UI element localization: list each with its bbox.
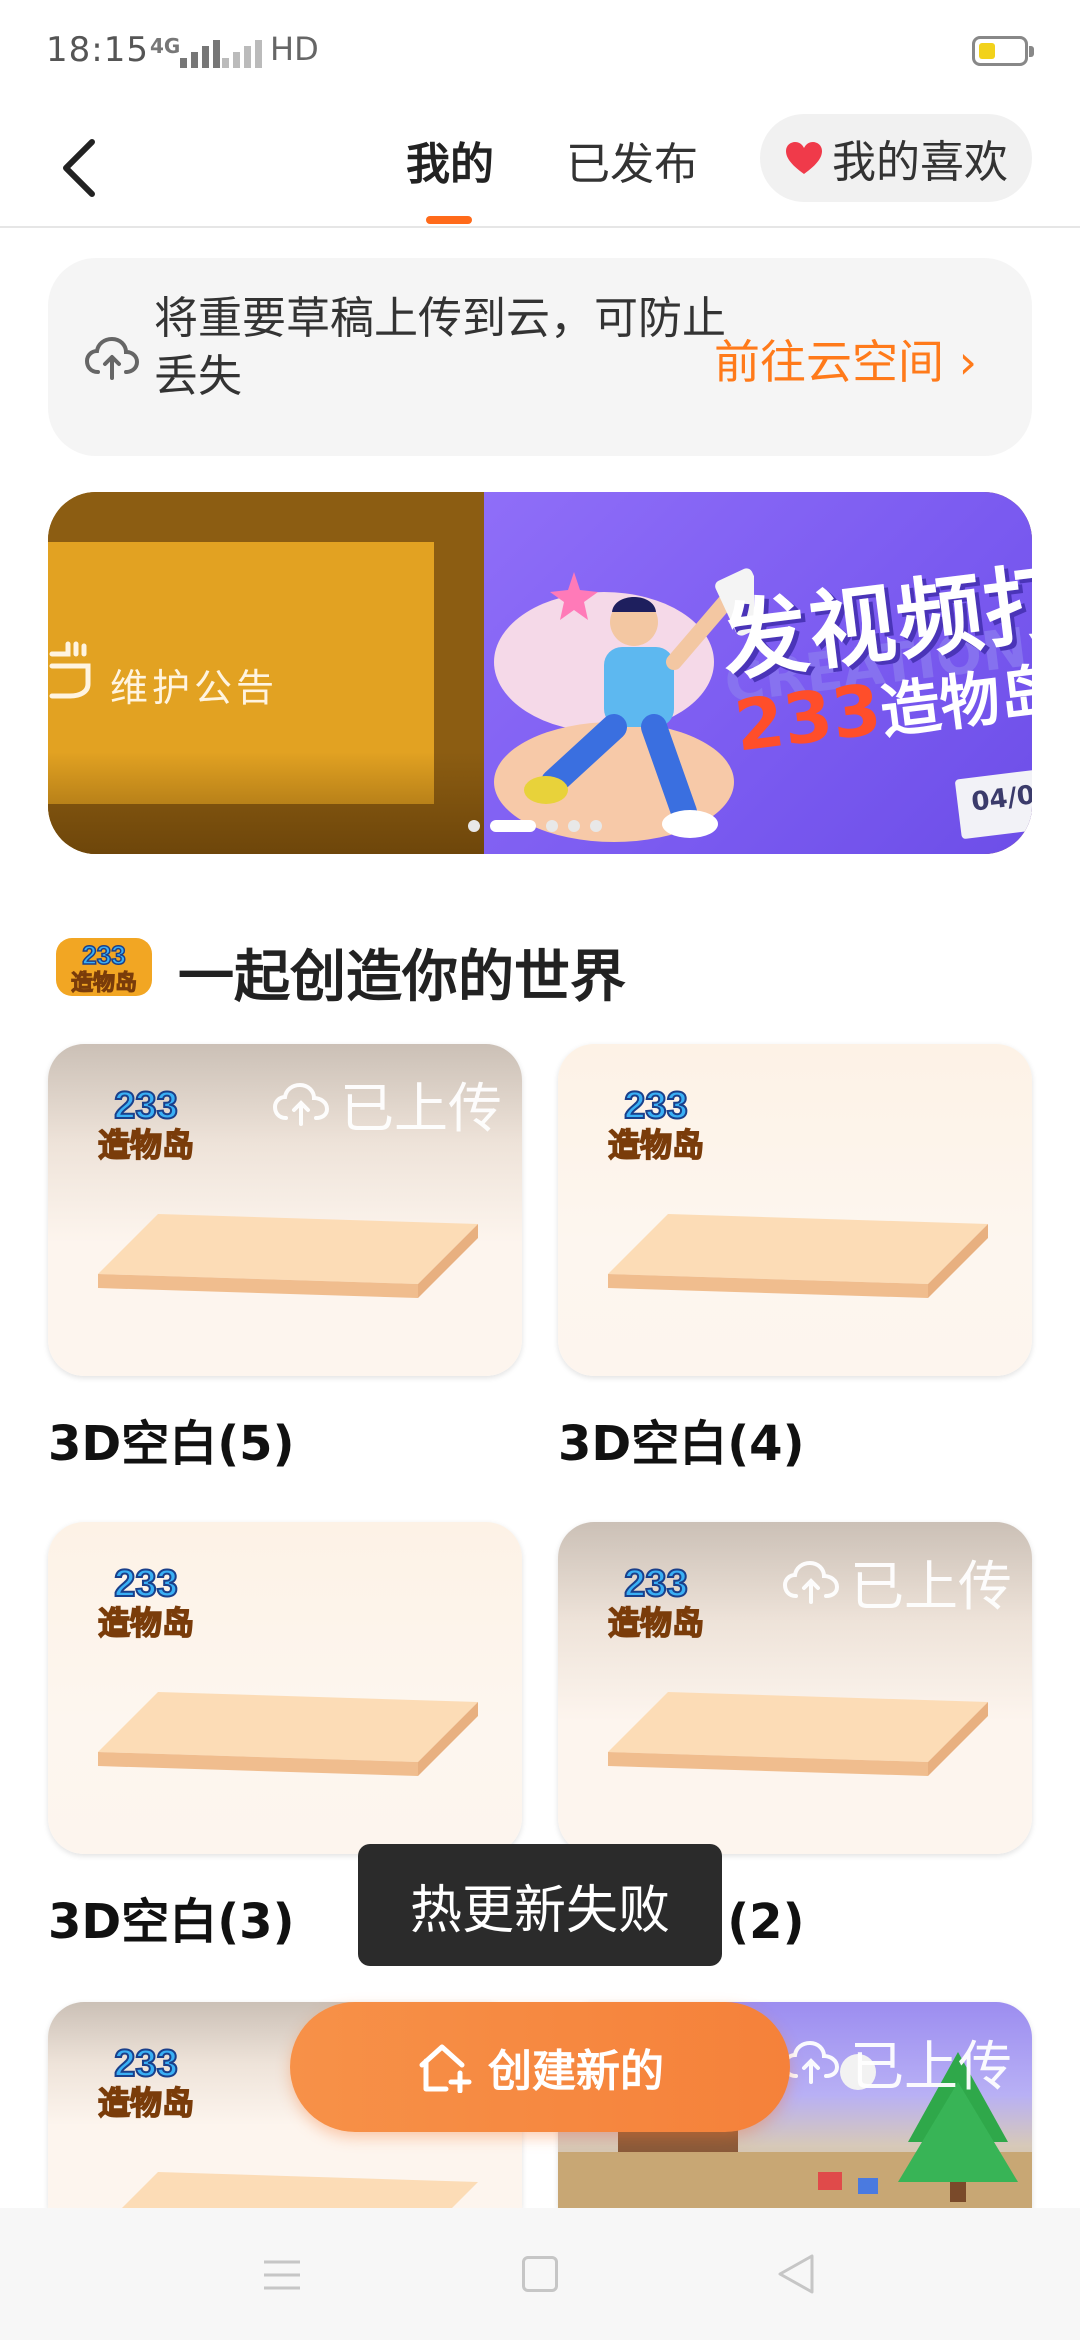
banner-sub-number: 233 xyxy=(730,668,886,768)
svg-text:造物岛: 造物岛 xyxy=(98,1604,194,1642)
zaowudao-logo: 233 造物岛 xyxy=(56,938,152,997)
heart-icon xyxy=(786,142,822,174)
project-title[interactable]: 3D空白(4) xyxy=(558,1404,805,1474)
svg-text:造物岛: 造物岛 xyxy=(608,1604,704,1642)
toast-message: 热更新失败 xyxy=(358,1844,722,1966)
tab-mine[interactable]: 我的 xyxy=(406,128,494,192)
svg-text:造物岛: 造物岛 xyxy=(71,970,137,996)
card-logo: 233 造物岛 xyxy=(97,1084,195,1165)
blank-platform-image xyxy=(98,1692,478,1776)
carousel-dot xyxy=(590,820,602,832)
menu-icon[interactable] xyxy=(262,2258,302,2292)
section-title: 一起创造你的世界 xyxy=(178,945,626,1010)
svg-text:233: 233 xyxy=(114,1563,177,1605)
signal-icon xyxy=(180,36,220,68)
svg-text:造物岛: 造物岛 xyxy=(98,2084,194,2122)
project-card[interactable]: 233 造物岛 已上传 xyxy=(558,1522,1032,1854)
home-add-icon xyxy=(419,2044,472,2093)
status-time: 18:15 xyxy=(46,30,149,70)
card-logo: 233 造物岛 xyxy=(97,1562,195,1643)
create-new-button[interactable]: 创建新的 xyxy=(290,2002,790,2132)
cloud-notice-card: 将重要草稿上传到云，可防止丢失 前往云空间 › xyxy=(48,258,1032,456)
svg-text:233: 233 xyxy=(624,1563,687,1605)
system-nav-bar xyxy=(0,2208,1080,2340)
my-favorites-button[interactable]: 我的喜欢 xyxy=(760,114,1032,202)
cloud-upload-icon xyxy=(272,1082,330,1126)
banner-date: 04/0 xyxy=(954,768,1032,840)
create-new-label: 创建新的 xyxy=(488,2046,664,2097)
back-triangle-icon[interactable] xyxy=(776,2252,816,2296)
uploaded-label: 已上传 xyxy=(850,2035,1012,2098)
go-cloud-space-link[interactable]: 前往云空间 › xyxy=(714,326,977,392)
uploaded-badge: 已上传 xyxy=(782,2022,1012,2101)
blank-platform-image xyxy=(98,1214,478,1298)
banner-slide-maintenance[interactable]: 维护公告 xyxy=(48,492,484,854)
status-bar: 18:15 4G HD xyxy=(0,0,1080,108)
card-logo: 233 造物岛 xyxy=(97,2042,195,2123)
cloud-notice-text: 将重要草稿上传到云，可防止丢失 xyxy=(154,293,726,402)
chevron-right-icon: › xyxy=(958,335,978,389)
chevron-left-icon xyxy=(63,139,95,197)
svg-text:233: 233 xyxy=(624,1085,687,1127)
svg-text:233: 233 xyxy=(114,2043,177,2085)
hand-icon xyxy=(49,641,91,699)
svg-text:233: 233 xyxy=(82,940,125,970)
back-button[interactable] xyxy=(50,128,130,208)
svg-text:造物岛: 造物岛 xyxy=(608,1126,704,1164)
project-title[interactable]: 3D空白(3) xyxy=(48,1882,295,1952)
top-header: 我的 已发布 我的喜欢 xyxy=(0,108,1080,228)
battery-icon xyxy=(972,36,1034,66)
banner-slide-creation[interactable]: CREATION 发视频打 233造物岛 04/0 xyxy=(484,492,1032,854)
card-logo: 233 造物岛 xyxy=(607,1084,705,1165)
tab-published[interactable]: 已发布 xyxy=(566,128,698,192)
carousel-dots xyxy=(468,820,602,832)
home-nav-icon[interactable] xyxy=(522,2256,558,2292)
project-card[interactable]: 233 造物岛 xyxy=(558,1044,1032,1376)
uploaded-label: 已上传 xyxy=(340,1077,502,1140)
uploaded-badge: 已上传 xyxy=(272,1064,502,1143)
svg-text:造物岛: 造物岛 xyxy=(98,1126,194,1164)
project-card[interactable]: 233 造物岛 已上传 xyxy=(48,1044,522,1376)
blank-platform-image xyxy=(608,1214,988,1298)
uploaded-label: 已上传 xyxy=(850,1555,1012,1618)
card-logo: 233 造物岛 xyxy=(607,1562,705,1643)
maintenance-notice-text: 维护公告 xyxy=(110,666,279,710)
cloud-link-label: 前往云空间 xyxy=(714,335,944,389)
network-type: 4G xyxy=(150,34,181,58)
cloud-upload-icon xyxy=(782,2040,840,2084)
signal-secondary-icon xyxy=(222,36,262,68)
banner-shade xyxy=(48,752,484,854)
carousel-dot-active xyxy=(490,820,536,832)
hd-indicator: HD xyxy=(270,30,319,68)
project-title[interactable]: 3D空白(5) xyxy=(48,1404,295,1474)
uploaded-badge: 已上传 xyxy=(782,1542,1012,1621)
blank-platform-image xyxy=(608,1692,988,1776)
carousel-dot xyxy=(546,820,558,832)
carousel-dot xyxy=(468,820,480,832)
project-card[interactable]: 233 造物岛 xyxy=(48,1522,522,1854)
svg-text:233: 233 xyxy=(114,1085,177,1127)
blank-platform-image xyxy=(122,2172,478,2208)
illustration-character xyxy=(494,568,754,842)
carousel-dot xyxy=(568,820,580,832)
promo-banner-carousel[interactable]: 维护公告 CREATION 发视频打 233造物岛 04/0 xyxy=(48,492,1032,854)
active-tab-indicator xyxy=(426,216,472,224)
banner-sub-text: 造物岛 xyxy=(876,656,1032,748)
cloud-upload-icon xyxy=(84,336,140,380)
cloud-upload-icon xyxy=(782,1560,840,1604)
favorites-label: 我的喜欢 xyxy=(832,137,1008,188)
